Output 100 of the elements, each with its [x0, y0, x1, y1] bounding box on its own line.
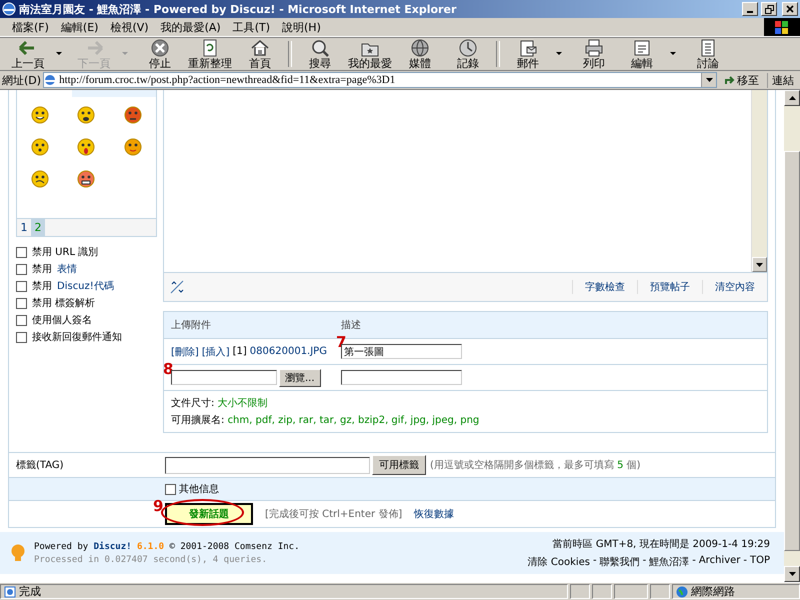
footer-link[interactable]: 清除 Cookies: [528, 555, 590, 569]
toolbar-button[interactable]: 媒體: [396, 38, 444, 70]
arrow-icon: [725, 75, 735, 85]
link-separator: -: [692, 555, 696, 568]
close-button[interactable]: [782, 2, 798, 16]
smiley-icon[interactable]: [31, 138, 50, 156]
close-icon: [786, 5, 794, 13]
toolbar-button[interactable]: 我的最愛: [344, 38, 396, 70]
toolbar-button[interactable]: 編輯: [618, 38, 666, 70]
address-label: 網址(D): [2, 72, 42, 88]
toolbar-button[interactable]: 郵件: [504, 38, 552, 70]
editor-link[interactable]: 清空內容: [702, 280, 767, 294]
footer-link[interactable]: TOP: [750, 555, 770, 569]
attachment-file-link[interactable]: 080620001.JPG: [250, 346, 327, 357]
dropdown-button[interactable]: [701, 73, 716, 87]
scroll-thumb[interactable]: [784, 151, 800, 551]
smiley-icon[interactable]: [77, 138, 96, 156]
caret-icon: [706, 78, 712, 82]
toolbar-button[interactable]: 首頁: [236, 38, 284, 70]
checkbox[interactable]: [16, 264, 27, 274]
browse-button[interactable]: 瀏覽...: [279, 368, 321, 386]
extensions-label: 可用擴展名:: [171, 415, 224, 426]
editor-link[interactable]: 預覽帖子: [637, 280, 702, 294]
zone-text: 網際網路: [691, 584, 735, 599]
resize-icon[interactable]: [170, 280, 184, 294]
menu-item[interactable]: 工具(T): [226, 18, 276, 36]
toolbar-button[interactable]: 搜尋: [296, 38, 344, 70]
toolbar-button[interactable]: 上一頁: [4, 38, 52, 70]
toolbar-button[interactable]: 重新整理: [184, 38, 236, 70]
checkbox[interactable]: [16, 280, 27, 292]
address-field[interactable]: http://forum.croc.tw/post.php?action=newthread&fid=11&extra=page%3D1: [43, 72, 717, 88]
restore-data-link[interactable]: 恢復數據: [414, 507, 454, 521]
browser-icon: [2, 2, 16, 16]
post-thread-button[interactable]: 發新話題: [165, 503, 253, 525]
menu-item[interactable]: 檢視(V): [104, 18, 155, 36]
home-icon: [250, 38, 270, 58]
file-field[interactable]: [171, 370, 277, 385]
scroll-up-button[interactable]: [784, 90, 800, 106]
option-link[interactable]: Discuz!代碼: [57, 279, 114, 293]
checkbox[interactable]: [165, 484, 176, 494]
option-link[interactable]: 表情: [57, 262, 77, 276]
editor-link[interactable]: 字數檢查: [572, 280, 637, 294]
option-label: 禁用 標簽解析: [32, 296, 96, 310]
footer-link[interactable]: 鯉魚沼澤: [649, 555, 690, 569]
tag-field[interactable]: [165, 456, 370, 474]
toolbar-button[interactable]: 討論: [684, 38, 732, 70]
page-tab[interactable]: 1: [17, 219, 31, 236]
link-separator: -: [642, 555, 646, 568]
page-scrollbar[interactable]: [784, 90, 800, 582]
status-panel: [650, 584, 670, 599]
powered-by-text: Powered by Discuz! 6.1.0 © 2001-2008 Comsenz Inc.: [34, 542, 301, 552]
column-header: 上傳附件: [170, 318, 212, 332]
shortcut-hint: [完成後可按 Ctrl+Enter 發佈]: [265, 508, 402, 521]
available-tags-button[interactable]: 可用標籤: [372, 455, 426, 475]
menu-item[interactable]: 我的最愛(A): [154, 18, 227, 36]
globe-icon: [410, 38, 430, 58]
document-icon: [632, 38, 652, 58]
smiley-icon[interactable]: [124, 106, 142, 124]
toolbar-button[interactable]: 停止: [136, 38, 184, 70]
description-field[interactable]: 第一張圖: [341, 344, 462, 359]
go-button[interactable]: 移至: [719, 72, 765, 88]
checkbox[interactable]: [16, 332, 27, 342]
minimize-button[interactable]: [742, 2, 758, 16]
toolbar-button[interactable]: 記錄: [444, 38, 492, 70]
other-info-label: 其他信息: [179, 482, 219, 496]
link-separator: -: [743, 555, 747, 568]
restore-icon: [764, 4, 774, 14]
smiley-icon[interactable]: [77, 106, 96, 124]
mail-icon: [518, 38, 538, 58]
restore-button[interactable]: [761, 2, 777, 16]
caret-icon: [788, 96, 796, 100]
link-separator: -: [593, 555, 597, 568]
page-icon: [4, 586, 16, 598]
menu-item[interactable]: 檔案(F): [6, 18, 55, 36]
toolbar-button[interactable]: 列印: [570, 38, 618, 70]
scroll-down-button[interactable]: [752, 257, 767, 272]
size-label: 文件尺寸:: [171, 398, 214, 409]
footer-link[interactable]: Archiver: [698, 555, 740, 569]
checkbox[interactable]: [16, 314, 27, 326]
attachment-action-link[interactable]: [刪除]: [171, 344, 199, 358]
smiley-icon[interactable]: [124, 138, 142, 156]
description-field[interactable]: [341, 370, 462, 385]
column-header: 描述: [341, 318, 361, 332]
tag-label: 標籤(TAG): [16, 458, 65, 472]
smiley-icon[interactable]: [31, 170, 50, 188]
checkbox[interactable]: [16, 298, 27, 308]
time-text: 當前時區 GMT+8, 現在時間是 2009-1-4 19:29: [552, 538, 770, 551]
smiley-icon[interactable]: [77, 170, 96, 188]
menu-item[interactable]: 說明(H): [276, 18, 327, 36]
scroll-down-button[interactable]: [784, 566, 800, 582]
scrollbar[interactable]: [751, 90, 767, 272]
smiley-icon[interactable]: [31, 106, 50, 124]
links-button[interactable]: 連結: [767, 72, 798, 88]
page-icon: [44, 74, 56, 86]
attachment-action-link[interactable]: [插入]: [202, 344, 230, 358]
windows-logo-icon: [764, 18, 800, 36]
footer-link[interactable]: 聯繫我們: [600, 555, 640, 569]
checkbox[interactable]: [16, 246, 27, 258]
option-label: 禁用 URL 識別: [32, 246, 98, 259]
menu-item[interactable]: 編輯(E): [54, 18, 104, 36]
